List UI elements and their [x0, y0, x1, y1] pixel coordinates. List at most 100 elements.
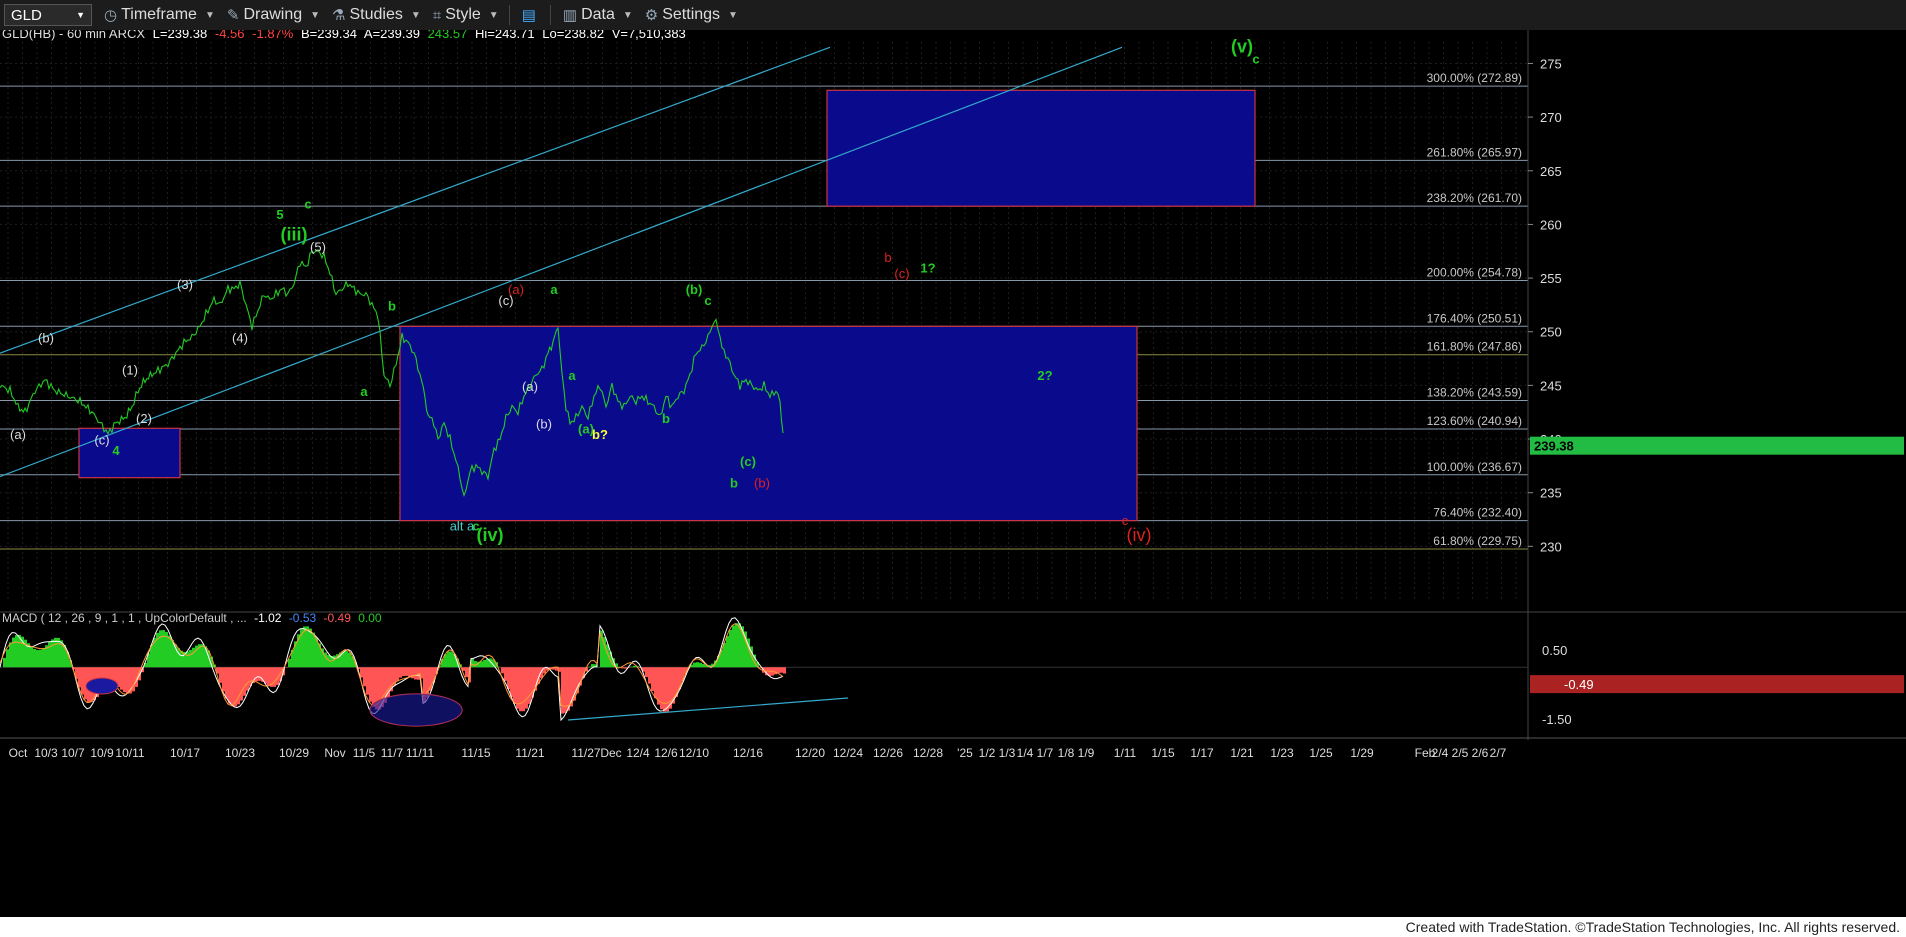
macd-histogram-bar [51, 639, 54, 668]
macd-histogram-bar [264, 667, 267, 684]
price-axis[interactable]: 230235240245250255260265270275239.38 [1527, 30, 1906, 917]
time-tick-label: 1/17 [1190, 746, 1214, 760]
macd-histogram-bar [471, 658, 474, 668]
macd-histogram-bar [480, 661, 483, 668]
macd-histogram-bar [366, 667, 369, 695]
symbol-input[interactable]: GLD ▼ [4, 4, 92, 26]
macd-histogram-bar [654, 667, 657, 699]
time-tick-label: 11/21 [515, 746, 544, 760]
macd-histogram-bar [699, 662, 702, 668]
macd-histogram-bar [516, 667, 519, 709]
chevron-down-icon: ▼ [728, 9, 738, 21]
main-target-box [399, 325, 1138, 522]
macd-histogram-bar [39, 649, 42, 668]
time-tick-label: 10/11 [115, 746, 144, 760]
chevron-down-icon: ▼ [76, 10, 85, 20]
wave-label: 4 [112, 443, 120, 458]
time-tick-label: '25 [957, 746, 973, 760]
macd-histogram-bar [732, 625, 735, 668]
style-button[interactable]: ⌗ Style ▼ [433, 6, 499, 24]
time-tick-label: 11/5 [353, 746, 376, 760]
macd-histogram-bar [369, 667, 372, 702]
header-hi: Hi=243.71 [475, 30, 535, 41]
wave-label: 2? [1037, 368, 1052, 383]
wave-label: (b) [38, 330, 54, 345]
macd-histogram-bar [42, 647, 45, 668]
time-tick-label: 12/24 [833, 746, 863, 760]
macd-histogram-bar [624, 667, 627, 669]
drawing-label: Drawing [243, 6, 303, 23]
macd-histogram-bar [255, 667, 258, 682]
studies-button[interactable]: ⚗ Studies ▼ [332, 6, 421, 24]
price-tick-label: 275 [1540, 56, 1562, 71]
macd-histogram-bar [123, 667, 126, 693]
macd-histogram-bar [3, 657, 6, 668]
macd-histogram-bar [15, 635, 18, 668]
price-chart[interactable]: 300.00% (272.89) 261.80% (265.97) 238.20% … [0, 30, 1906, 917]
style-label: Style [445, 6, 481, 23]
macd-histogram-bar [780, 667, 783, 673]
chart-header: GLD(HB) - 60 min ARCX L=239.38 -4.56 -1.… [2, 30, 686, 41]
macd-value-3: -0.49 [324, 611, 352, 625]
layout-button[interactable]: ▤ [522, 6, 540, 24]
macd-histogram-bar [735, 623, 738, 668]
fib-label: 238.20% (261.70) [1427, 191, 1522, 205]
macd-value-2: -0.53 [289, 611, 317, 625]
data-button[interactable]: ▥ Data ▼ [563, 6, 633, 24]
macd-label: MACD ( 12 , 26 , 9 , 1 , 1 , UpColorDefa… [2, 611, 247, 625]
price-tick-label: 245 [1540, 378, 1562, 393]
wave-label: b? [592, 427, 608, 442]
time-tick-label: 12/26 [873, 746, 903, 760]
wave-label: (c) [894, 266, 909, 281]
data-icon: ▥ [562, 7, 578, 24]
wave-label: (iii) [281, 225, 308, 245]
macd-value-1: -1.02 [254, 611, 282, 625]
header-open: 243.57 [428, 30, 468, 41]
macd-histogram-bar [33, 648, 36, 668]
header-lo: Lo=238.82 [542, 30, 604, 41]
time-tick-label: 1/11 [1114, 746, 1137, 760]
wave-label: alt a [450, 518, 475, 533]
settings-button[interactable]: ⚙ Settings ▼ [645, 6, 738, 24]
time-tick-label: 1/21 [1230, 746, 1254, 760]
macd-histogram-bar [696, 662, 699, 668]
time-tick-label: 1/15 [1151, 746, 1175, 760]
toolbar-divider [549, 5, 551, 25]
wave-label: c [1252, 51, 1259, 66]
chevron-down-icon: ▼ [488, 9, 499, 21]
macd-histogram-bar [162, 630, 165, 668]
macd-histogram-bar [402, 667, 405, 677]
macd-histogram-bar [306, 626, 309, 668]
wave-label: a [550, 282, 558, 297]
macd-current-label: -0.49 [1564, 677, 1594, 692]
macd-histogram-bar [414, 667, 417, 680]
price-tick-label: 260 [1540, 217, 1562, 232]
macd-histogram-bar [231, 667, 234, 707]
macd-histogram-bar [348, 652, 351, 668]
header-vol: V=7,510,383 [612, 30, 686, 41]
wave-label: (v) [1231, 37, 1253, 57]
macd-histogram-bar [243, 667, 246, 696]
macd-histogram-bar [528, 667, 531, 704]
macd-tick-label: 0.50 [1542, 643, 1567, 658]
time-tick-label: 10/7 [61, 746, 85, 760]
macd-histogram-bar [36, 650, 39, 668]
time-tick-label: 10/3 [34, 746, 58, 760]
price-tick-label: 270 [1540, 110, 1562, 125]
macd-histogram-bar [273, 667, 276, 687]
wave-label: (5) [310, 239, 326, 254]
upper-target-box [826, 89, 1256, 207]
macd-histogram-bar [693, 662, 696, 668]
timeframe-button[interactable]: ◷ Timeframe ▼ [104, 6, 215, 24]
fib-label: 123.60% (240.94) [1427, 414, 1522, 428]
header-ask: A=239.39 [364, 30, 420, 41]
fib-label: 138.20% (243.59) [1427, 386, 1522, 400]
studies-icon: ⚗ [332, 7, 346, 24]
macd-value-4: 0.00 [358, 611, 382, 625]
footer-credit: Created with TradeStation. ©TradeStation… [0, 917, 1906, 937]
style-icon: ⌗ [432, 6, 442, 24]
drawing-button[interactable]: ✎ Drawing ▼ [227, 6, 320, 24]
macd-histogram-bar [309, 628, 312, 668]
header-last: L=239.38 [153, 30, 208, 41]
time-tick-label: 10/17 [170, 746, 200, 760]
